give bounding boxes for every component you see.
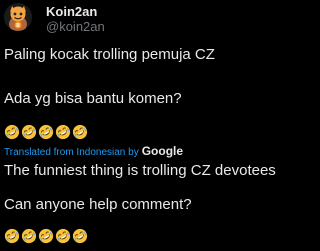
author-names: Koin2an @koin2an: [46, 4, 105, 34]
rolling-on-floor-laughing-emoji-icon: [38, 124, 54, 140]
translated-text-line-1: The funniest thing is trolling CZ devote…: [4, 162, 276, 179]
rolling-on-floor-laughing-emoji-icon: [4, 228, 20, 244]
original-emoji-row: [4, 124, 89, 140]
original-text-line-2: Ada yg bisa bantu komen?: [4, 90, 182, 107]
author-handle[interactable]: @koin2an: [46, 19, 105, 34]
rolling-on-floor-laughing-emoji-icon: [55, 124, 71, 140]
original-text-line-1: Paling kocak trolling pemuja CZ: [4, 46, 215, 63]
translation-attribution: Translated from Indonesian by Google: [4, 144, 183, 160]
avatar[interactable]: [4, 3, 32, 31]
rolling-on-floor-laughing-emoji-icon: [72, 124, 88, 140]
translated-emoji-row: [4, 228, 89, 244]
author-display-name[interactable]: Koin2an: [46, 4, 105, 19]
rolling-on-floor-laughing-emoji-icon: [38, 228, 54, 244]
tweet-header: Koin2an @koin2an: [4, 3, 105, 34]
tweet: Koin2an @koin2an Paling kocak trolling p…: [0, 0, 276, 251]
bitcoin-character-avatar-icon: [4, 3, 32, 31]
rolling-on-floor-laughing-emoji-icon: [72, 228, 88, 244]
rolling-on-floor-laughing-emoji-icon: [21, 124, 37, 140]
translated-from-label[interactable]: Translated from Indonesian by: [4, 147, 139, 158]
rolling-on-floor-laughing-emoji-icon: [4, 124, 20, 140]
rolling-on-floor-laughing-emoji-icon: [55, 228, 71, 244]
translated-text-line-2: Can anyone help comment?: [4, 196, 192, 213]
google-wordmark: Google: [141, 144, 184, 158]
rolling-on-floor-laughing-emoji-icon: [21, 228, 37, 244]
